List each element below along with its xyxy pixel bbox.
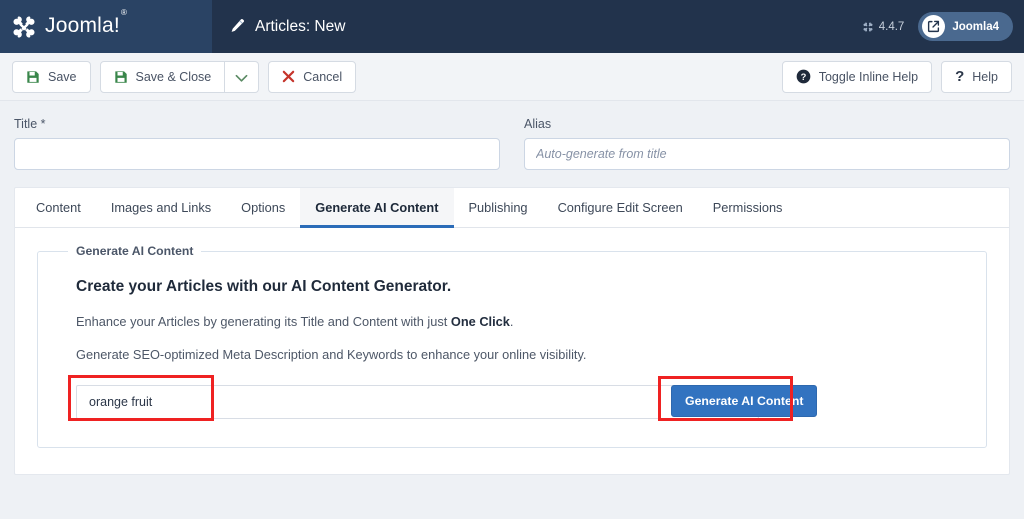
external-link-icon (922, 15, 946, 38)
top-header-bar: Joomla!® Articles: New 4.4.7 Joomla4 (0, 0, 1024, 53)
chevron-down-icon (235, 72, 248, 82)
tab-options[interactable]: Options (226, 188, 300, 228)
ai-fieldset-legend: Generate AI Content (76, 244, 194, 258)
page-title: Articles: New (255, 17, 346, 35)
page-title-bar: Articles: New 4.4.7 Joomla4 (212, 0, 1024, 53)
ai-description-line-1: Enhance your Articles by generating its … (76, 314, 962, 329)
joomla-logo-icon (10, 13, 38, 41)
title-alias-row: Title * Alias (0, 101, 1024, 170)
floppy-disk-icon (114, 70, 128, 84)
tab-publishing[interactable]: Publishing (454, 188, 543, 228)
toolbar-right-group: ? Toggle Inline Help ? Help (781, 60, 1012, 93)
version-indicator: 4.4.7 (862, 20, 905, 33)
save-button-label: Save (48, 69, 77, 84)
title-label: Title * (14, 117, 46, 131)
site-link-label: Joomla4 (952, 20, 999, 33)
tab-generate-ai-content[interactable]: Generate AI Content (300, 188, 454, 228)
cancel-button[interactable]: Cancel (268, 60, 357, 93)
edit-article-card: Content Images and Links Options Generat… (14, 187, 1010, 475)
cancel-button-label: Cancel (303, 69, 343, 84)
title-field-group: Title * (14, 117, 500, 170)
save-close-button-group: Save & Close (99, 60, 260, 93)
ai-desc1-bold: One Click (450, 314, 510, 329)
question-mark-icon: ? (955, 68, 965, 85)
tab-configure-edit-screen[interactable]: Configure Edit Screen (543, 188, 698, 228)
tab-permissions[interactable]: Permissions (698, 188, 798, 228)
generate-ai-content-button[interactable]: Generate AI Content (671, 385, 818, 417)
close-icon (282, 70, 295, 83)
ai-panel-heading: Create your Articles with our AI Content… (76, 278, 452, 295)
alias-label: Alias (524, 117, 552, 131)
header-right-group: 4.4.7 Joomla4 (862, 12, 1024, 41)
question-circle-icon: ? (796, 69, 811, 84)
ai-fieldset: Generate AI Content Create your Articles… (37, 244, 987, 448)
brand-registered-mark: ® (120, 7, 128, 17)
joomla-small-icon (862, 21, 874, 33)
brand-area[interactable]: Joomla!® (0, 0, 212, 53)
brand-name: Joomla!® (45, 8, 127, 38)
tab-images-and-links[interactable]: Images and Links (96, 188, 226, 228)
floppy-disk-icon (26, 70, 40, 84)
alias-field-group: Alias (524, 117, 1010, 170)
ai-desc1-before: Enhance your Articles by generating its … (76, 314, 451, 329)
version-number: 4.4.7 (878, 20, 905, 33)
ai-prompt-input[interactable] (76, 385, 759, 419)
help-button-label: Help (972, 69, 998, 84)
title-input[interactable] (14, 138, 500, 170)
ai-desc1-after: . (509, 314, 514, 329)
tab-content[interactable]: Content (21, 188, 96, 228)
generate-ai-content-panel: Generate AI Content Create your Articles… (15, 228, 1009, 448)
help-button[interactable]: ? Help (941, 60, 1012, 93)
toggle-inline-help-label: Toggle Inline Help (818, 69, 919, 84)
admin-toolbar: Save Save & Close Cancel ? Toggle Inline… (0, 53, 1024, 101)
save-dropdown-toggle[interactable] (225, 60, 260, 93)
toggle-inline-help-button[interactable]: ? Toggle Inline Help (781, 60, 933, 93)
save-and-close-button[interactable]: Save & Close (99, 60, 226, 93)
svg-text:?: ? (800, 72, 806, 82)
alias-input[interactable] (524, 138, 1010, 170)
save-and-close-label: Save & Close (135, 69, 212, 84)
save-button[interactable]: Save (12, 60, 91, 93)
ai-description-line-2: Generate SEO-optimized Meta Description … (76, 347, 587, 362)
pencil-icon (228, 18, 245, 35)
tab-bar: Content Images and Links Options Generat… (15, 188, 1009, 228)
ai-generator-row: Generate AI Content (68, 375, 962, 421)
site-link-button[interactable]: Joomla4 (918, 12, 1013, 41)
brand-name-text: Joomla! (45, 13, 120, 37)
